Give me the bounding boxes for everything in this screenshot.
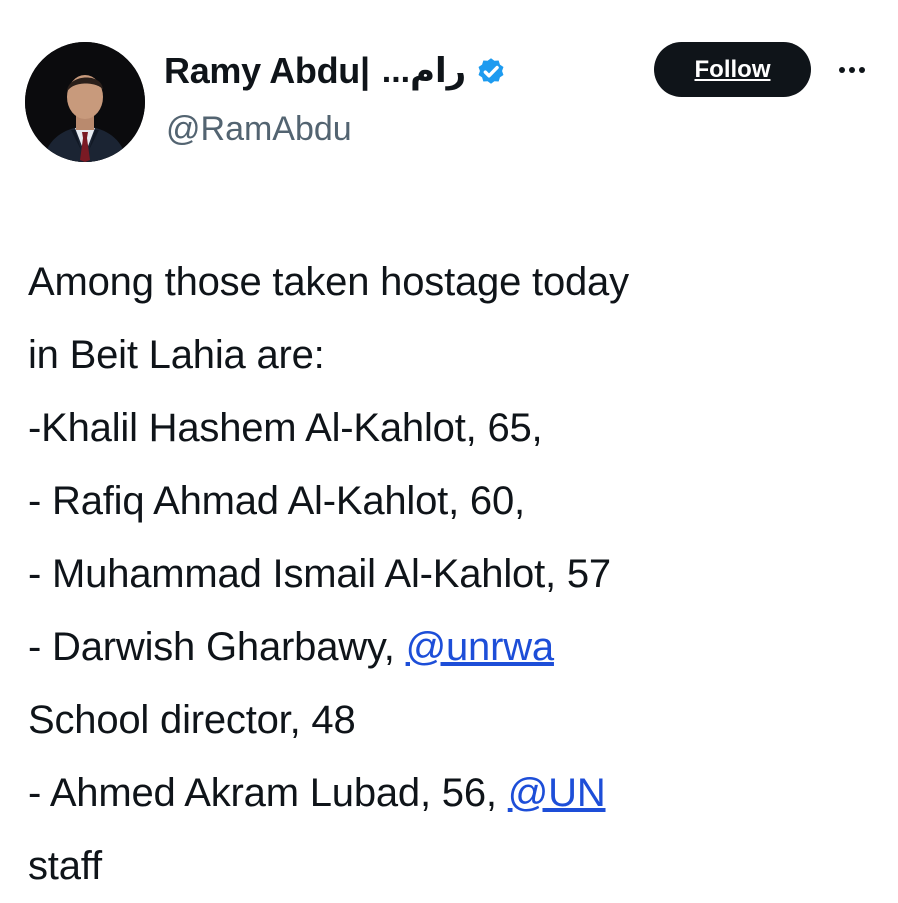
mention-link-un[interactable]: @UN bbox=[508, 771, 606, 815]
follow-button[interactable]: Follow bbox=[654, 42, 811, 97]
display-name[interactable]: Ramy Abdu| رام... bbox=[164, 46, 508, 96]
more-options-icon bbox=[839, 67, 865, 73]
tweet-line: - Muhammad Ismail Al-Kahlot, 57 bbox=[28, 538, 888, 611]
tweet-line-text: - Muhammad Ismail Al-Kahlot, 57 bbox=[28, 552, 611, 596]
tweet-line: in Beit Lahia are: bbox=[28, 319, 888, 392]
tweet-line: -Khalil Hashem Al-Kahlot, 65, bbox=[28, 392, 888, 465]
avatar-image bbox=[25, 42, 145, 162]
mention-link-unrwa[interactable]: @unrwa bbox=[406, 625, 555, 669]
more-options-button[interactable] bbox=[828, 50, 876, 90]
display-name-arabic: رام... bbox=[381, 52, 467, 90]
tweet-line-text: - Ahmed Akram Lubad, 56, bbox=[28, 771, 508, 815]
tweet-body: Among those taken hostage today in Beit … bbox=[28, 246, 888, 903]
avatar[interactable] bbox=[25, 42, 145, 162]
tweet-line-text: in Beit Lahia are: bbox=[28, 333, 325, 377]
user-handle[interactable]: @RamAbdu bbox=[166, 110, 352, 149]
tweet-line-text: -Khalil Hashem Al-Kahlot, 65, bbox=[28, 406, 543, 450]
tweet-line: - Rafiq Ahmad Al-Kahlot, 60, bbox=[28, 465, 888, 538]
tweet-line: Among those taken hostage today bbox=[28, 246, 888, 319]
tweet-line: - Darwish Gharbawy, @unrwa bbox=[28, 611, 888, 684]
tweet-line-text: Among those taken hostage today bbox=[28, 260, 629, 304]
tweet-line: School director, 48 bbox=[28, 684, 888, 757]
tweet-line: - Ahmed Akram Lubad, 56, @UN bbox=[28, 757, 888, 830]
tweet-line-text: School director, 48 bbox=[28, 698, 356, 742]
tweet-line-text: - Rafiq Ahmad Al-Kahlot, 60, bbox=[28, 479, 525, 523]
verified-badge-icon bbox=[474, 54, 508, 88]
display-name-latin: Ramy Abdu| bbox=[164, 50, 370, 91]
tweet-line-text: - Darwish Gharbawy, bbox=[28, 625, 406, 669]
tweet-line-text: staff bbox=[28, 844, 102, 888]
tweet-line: staff bbox=[28, 830, 888, 903]
tweet-card: Ramy Abdu| رام... @RamAbdu Follow Among … bbox=[0, 0, 898, 895]
